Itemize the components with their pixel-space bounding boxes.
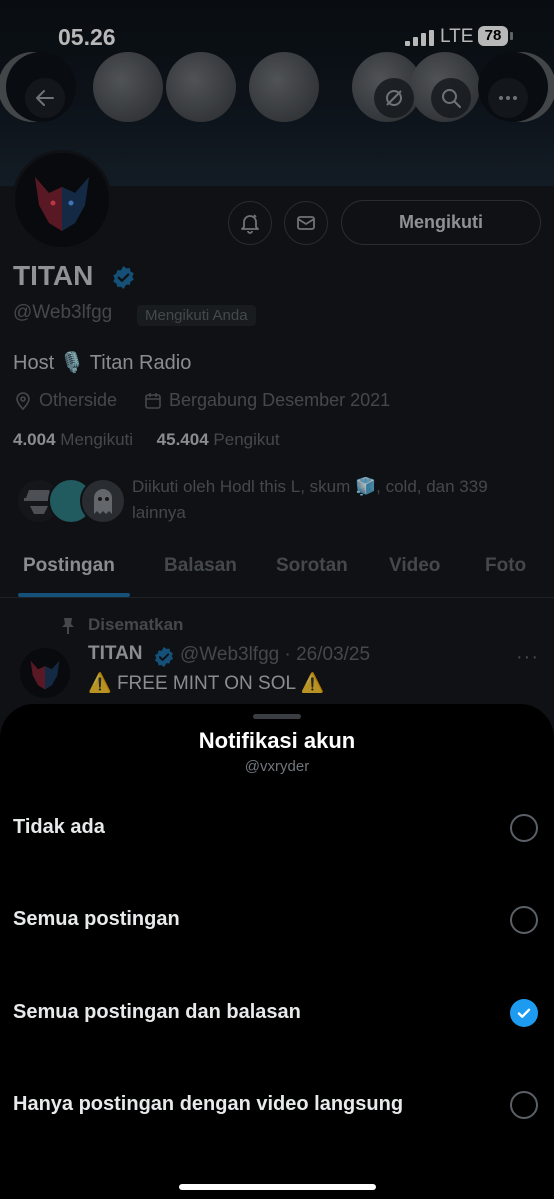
home-indicator[interactable] [179, 1184, 376, 1190]
option-label: Semua postingan [13, 908, 180, 930]
radio-button-selected[interactable] [510, 999, 538, 1027]
radio-button[interactable] [510, 906, 538, 934]
option-all-posts-and-replies[interactable]: Semua postingan dan balasan [0, 979, 554, 1049]
option-none[interactable]: Tidak ada [0, 794, 554, 864]
sheet-title: Notifikasi akun [198, 728, 356, 753]
option-label: Hanya postingan dengan video langsung [13, 1093, 404, 1115]
option-label: Tidak ada [13, 816, 105, 838]
option-all-posts[interactable]: Semua postingan [0, 886, 554, 956]
radio-button[interactable] [510, 1091, 538, 1119]
check-icon [517, 1008, 531, 1018]
sheet-subtitle: @vxryder [244, 758, 310, 775]
notification-settings-sheet: Notifikasi akun @vxryder Tidak ada Semua… [0, 704, 554, 1199]
sheet-grabber[interactable] [253, 714, 301, 719]
option-label: Semua postingan dan balasan [13, 1001, 301, 1023]
option-live-video-only[interactable]: Hanya postingan dengan video langsung [0, 1071, 554, 1141]
radio-button[interactable] [510, 814, 538, 842]
